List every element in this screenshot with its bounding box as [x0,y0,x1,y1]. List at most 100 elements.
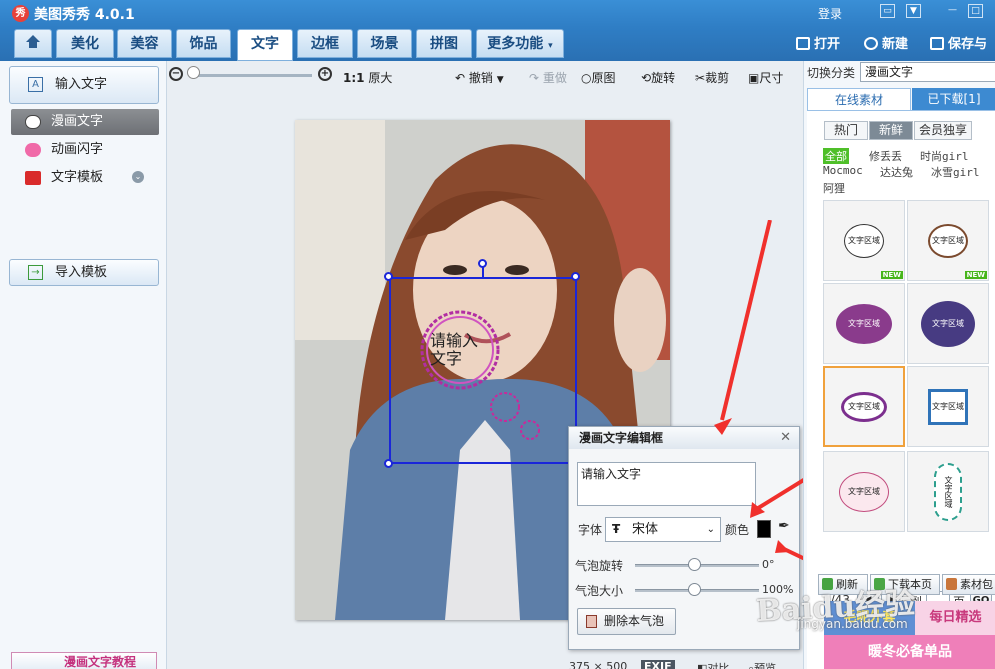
undo-label: 撤销 [468,71,493,85]
speech-bubble-icon [25,115,41,129]
material-pack-label: 素材包 [960,578,993,591]
tab-downloaded[interactable]: 已下载[1] [912,88,995,111]
rotate-label: 旋转 [651,71,676,85]
tab-more[interactable]: 更多功能 ▾ [476,29,564,58]
author-1[interactable]: 修丢丢 [869,148,902,164]
message-icon[interactable]: ▭ [880,4,895,18]
redo-icon: ↷ [529,71,540,85]
input-text-button[interactable]: A 输入文字 [9,66,159,104]
actual-size-button[interactable]: 1:1 原大 [343,69,392,86]
tab-more-label: 更多功能 [487,36,544,52]
zoom-slider[interactable] [192,74,312,77]
undo-icon: ↶ [455,71,466,85]
material-thumb[interactable]: 文字区域 [823,451,905,532]
delete-bubble-button[interactable]: 删除本气泡 [577,608,676,635]
crop-button[interactable]: ✂裁剪 [695,69,729,86]
filter-hot[interactable]: 热门 [824,121,868,140]
material-thumb[interactable]: 文字区域 [907,366,989,447]
compare-icon: ◧ [697,662,708,669]
delete-bubble-label: 删除本气泡 [604,614,665,628]
filter-fresh[interactable]: 新鲜 [869,121,913,140]
size-slider-knob[interactable] [688,583,701,596]
resize-handle-tl[interactable] [384,272,393,281]
material-thumb[interactable]: 文字区域 NEW [823,200,905,281]
menu-animated-text-label: 动画闪字 [51,142,104,157]
actual-size-label: 原大 [368,71,393,85]
save-icon [930,37,944,50]
save-label: 保存与 [948,37,988,52]
import-template-label: 导入模板 [55,265,108,280]
filter-vip[interactable]: 会员独享 [914,121,972,140]
menu-comic-text[interactable]: 漫画文字 [11,109,159,135]
rotate-label: 气泡旋转 [575,559,624,573]
author-all[interactable]: 全部 [823,148,849,164]
tab-online-materials[interactable]: 在线素材 [807,88,911,111]
import-template-button[interactable]: → 导入模板 [9,259,159,286]
resize-handle-bl[interactable] [384,459,393,468]
save-button[interactable]: 保存与 [930,33,987,52]
folder-icon [796,37,810,50]
trash-icon [586,615,597,628]
preview-button[interactable]: ⌕预览 [748,660,776,669]
material-thumb[interactable]: 文字区域 [907,451,989,532]
undo-dropdown-icon[interactable]: ▼ [497,75,504,85]
author-5[interactable]: 冰雪girl [931,164,980,180]
material-thumb[interactable]: 文字区域 [907,283,989,364]
material-thumb-selected[interactable]: 文字区域 [823,366,905,447]
material-pack-button[interactable]: 素材包 [942,574,995,595]
compare-button[interactable]: ◧对比 [697,660,729,669]
menu-icon[interactable]: ▼ [906,4,921,18]
tab-accessories[interactable]: 饰品 [176,29,231,58]
author-3[interactable]: Mocmoc [823,164,863,177]
expand-icon[interactable]: ⌄ [132,171,144,183]
original-label: 原图 [591,71,616,85]
watermark-url: jingyan.baidu.com [797,617,908,631]
resize-button[interactable]: ▣尺寸 [748,69,783,86]
material-thumb[interactable]: 文字区域 NEW [907,200,989,281]
open-button[interactable]: 打开 [796,33,840,52]
zoom-out-icon[interactable]: − [169,67,183,81]
ratio-label: 1:1 [343,71,365,85]
heart-icon [25,143,41,157]
minimize-icon[interactable]: — [945,4,960,18]
original-icon: ○ [581,71,592,85]
menu-comic-text-label: 漫画文字 [51,114,104,129]
original-button[interactable]: ○原图 [581,69,616,86]
tab-text[interactable]: 文字 [237,29,293,61]
promo-text-2: 每日精选 [915,601,995,635]
zoom-in-icon[interactable]: + [318,67,332,81]
selection-box[interactable] [389,277,577,464]
tab-scene[interactable]: 场景 [357,29,412,58]
promo-text-3: 暖冬必备单品 [824,635,995,669]
rotate-handle[interactable] [478,259,487,268]
redo-button[interactable]: ↷ 重做 [529,69,567,86]
menu-text-template-label: 文字模板 [51,170,104,185]
import-icon: → [28,265,43,280]
redo-label: 重做 [542,71,567,85]
plus-icon [864,37,878,50]
tab-home[interactable] [14,29,52,58]
image-dimensions: 375 × 500 [569,660,628,669]
maximize-icon[interactable]: □ [968,4,983,18]
login-link[interactable]: 登录 [818,5,842,22]
rotate-button[interactable]: ⟲旋转 [641,69,675,86]
author-4[interactable]: 达达兔 [880,164,913,180]
rotate-icon: ⟲ [641,71,652,85]
author-6[interactable]: 阿狸 [823,180,845,196]
font-value: 宋体 [632,522,659,537]
tab-border[interactable]: 边框 [297,29,353,58]
menu-animated-text[interactable]: 动画闪字 [11,137,159,163]
left-panel: A 输入文字 漫画文字 动画闪字 文字模板 ⌄ → 导入模板 [0,61,167,669]
category-select[interactable]: 漫画文字 [860,62,995,82]
tab-collage[interactable]: 拼图 [416,29,472,58]
tutorial-link[interactable]: 漫画文字教程 [11,652,157,669]
tab-beauty[interactable]: 美容 [117,29,172,58]
tab-beautify[interactable]: 美化 [56,29,114,58]
material-thumb[interactable]: 文字区域 [823,283,905,364]
new-button[interactable]: 新建 [864,33,908,52]
undo-button[interactable]: ↶ 撤销 ▼ [455,69,504,86]
exif-button[interactable]: EXIF [641,660,675,669]
zoom-slider-knob[interactable] [187,66,200,79]
author-2[interactable]: 时尚girl [920,148,969,164]
resize-handle-tr[interactable] [571,272,580,281]
